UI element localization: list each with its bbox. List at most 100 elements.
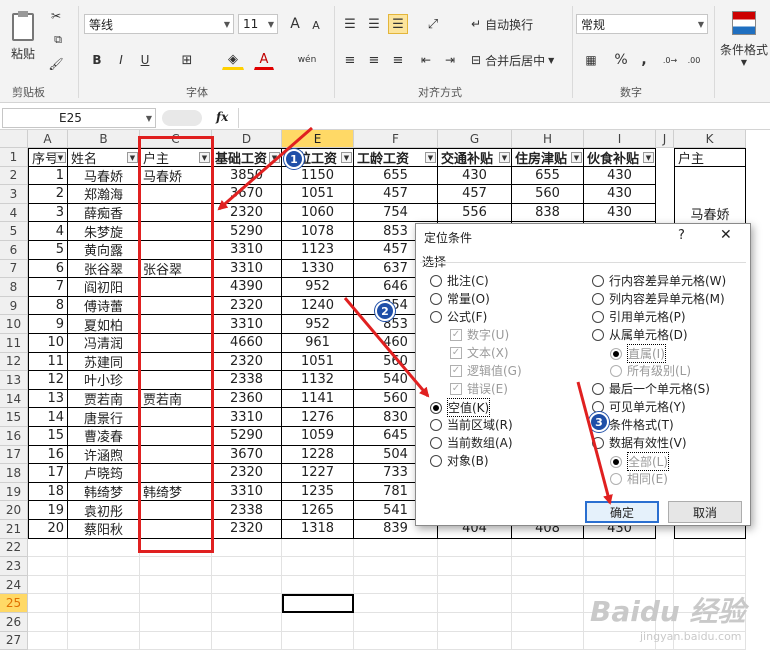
table-cell[interactable]: 4390	[212, 278, 282, 297]
table-cell[interactable]	[140, 315, 212, 334]
table-cell[interactable]: 15	[28, 427, 68, 446]
wrap-text-button[interactable]: ↵ 自动换行	[470, 14, 550, 34]
phonetic-icon[interactable]: wén	[294, 50, 320, 70]
table-cell[interactable]: 952	[282, 278, 354, 297]
table-cell[interactable]: 叶小珍	[68, 371, 140, 390]
row-header-1[interactable]: 1	[0, 148, 28, 167]
empty-cell[interactable]	[438, 538, 512, 558]
increase-decimal-icon[interactable]: .0→	[660, 50, 680, 70]
fx-icon[interactable]: fx	[216, 110, 228, 124]
empty-cell[interactable]	[512, 538, 584, 558]
currency-icon[interactable]: ▦	[578, 50, 604, 70]
table-cell[interactable]: 1132	[282, 371, 354, 390]
table-cell[interactable]: 1228	[282, 445, 354, 465]
table-cell[interactable]: 2320	[212, 352, 282, 372]
empty-cell[interactable]	[140, 613, 212, 632]
table-cell[interactable]: 韩绮梦	[68, 482, 140, 502]
table-cell[interactable]	[140, 501, 212, 520]
table-cell[interactable]	[140, 371, 212, 390]
row-header-9[interactable]: 9	[0, 296, 28, 316]
empty-cell[interactable]	[438, 631, 512, 651]
table-cell[interactable]	[140, 352, 212, 372]
table-cell[interactable]	[140, 278, 212, 297]
empty-cell[interactable]	[68, 557, 140, 576]
empty-cell[interactable]	[656, 538, 674, 558]
underline-button[interactable]: U	[136, 50, 154, 70]
empty-cell[interactable]	[140, 538, 212, 558]
table-cell[interactable]: 1060	[282, 203, 354, 223]
table-cell[interactable]: 郑瀚海	[68, 185, 140, 204]
name-box[interactable]: E25 ▼	[2, 108, 156, 128]
table-cell[interactable]: 4660	[212, 334, 282, 353]
table-cell[interactable]: 1059	[282, 427, 354, 446]
table-cell[interactable]: 655	[512, 166, 584, 186]
table-cell[interactable]: 655	[354, 166, 438, 186]
column-header-D[interactable]: D	[212, 130, 282, 148]
formula-input[interactable]	[238, 108, 768, 128]
header-cell[interactable]: 序号 ▼	[28, 148, 68, 167]
empty-cell[interactable]	[438, 594, 512, 613]
font-size-select[interactable]: 11 ▼	[238, 14, 278, 34]
orientation-icon[interactable]: ⤢	[420, 14, 446, 34]
table-cell[interactable]: 3310	[212, 241, 282, 260]
empty-cell[interactable]	[656, 557, 674, 576]
table-cell[interactable]: 张谷翠	[140, 259, 212, 279]
filter-dropdown-icon[interactable]: ▼	[199, 152, 210, 163]
table-cell[interactable]: 1265	[282, 501, 354, 520]
table-cell[interactable]	[140, 222, 212, 241]
number-format-select[interactable]: 常规 ▼	[576, 14, 708, 34]
border-icon[interactable]: ⊞	[176, 50, 198, 70]
table-cell[interactable]: 5290	[212, 222, 282, 241]
table-cell[interactable]: 2338	[212, 371, 282, 390]
empty-cell[interactable]	[68, 594, 140, 613]
row-header-14[interactable]: 14	[0, 389, 28, 409]
column-header-G[interactable]: G	[438, 130, 512, 148]
empty-cell[interactable]	[212, 557, 282, 576]
italic-button[interactable]: I	[112, 50, 130, 70]
copy-icon[interactable]: ⧉	[48, 32, 68, 48]
empty-cell[interactable]	[68, 575, 140, 595]
column-header-C[interactable]: C	[140, 130, 212, 148]
empty-cell[interactable]	[354, 594, 438, 613]
table-cell[interactable]: 457	[438, 185, 512, 204]
table-cell[interactable]: 1123	[282, 241, 354, 260]
filter-dropdown-icon[interactable]: ▼	[55, 152, 66, 163]
filter-dropdown-icon[interactable]: ▼	[499, 152, 510, 163]
table-cell[interactable]: 3850	[212, 166, 282, 186]
row-header-2[interactable]: 2	[0, 166, 28, 186]
table-cell[interactable]: 贾若南	[68, 389, 140, 409]
table-cell[interactable]: 11	[28, 352, 68, 372]
table-cell[interactable]: 3	[28, 203, 68, 223]
header-cell[interactable]: 住房津贴 ▼	[512, 148, 584, 167]
table-cell[interactable]	[140, 520, 212, 539]
table-cell[interactable]: 754	[354, 203, 438, 223]
fill-color-icon[interactable]: ◈	[222, 50, 244, 70]
k-value-cell[interactable]: 马春娇	[674, 204, 746, 223]
font-family-select[interactable]: 等线 ▼	[84, 14, 234, 34]
column-header-J[interactable]: J	[656, 130, 674, 148]
row-header-3[interactable]: 3	[0, 185, 28, 204]
empty-cell[interactable]	[674, 557, 746, 576]
table-cell[interactable]: 430	[438, 166, 512, 186]
table-cell[interactable]: 曹凌春	[68, 427, 140, 446]
table-cell[interactable]: 6	[28, 259, 68, 279]
empty-cell[interactable]	[28, 557, 68, 576]
table-cell[interactable]: 5290	[212, 427, 282, 446]
table-cell[interactable]: 430	[584, 203, 656, 223]
empty-cell[interactable]	[212, 575, 282, 595]
table-cell[interactable]	[140, 203, 212, 223]
row-header-26[interactable]: 26	[0, 613, 28, 632]
row-header-16[interactable]: 16	[0, 427, 28, 446]
row-header-5[interactable]: 5	[0, 222, 28, 241]
empty-cell[interactable]	[354, 557, 438, 576]
table-cell[interactable]: 1	[28, 166, 68, 186]
table-cell[interactable]: 4	[28, 222, 68, 241]
empty-cell[interactable]	[512, 613, 584, 632]
empty-cell[interactable]	[282, 631, 354, 651]
merge-center-button[interactable]: ⊟ 合并后居中 ▼	[470, 50, 566, 70]
header-cell[interactable]: 户主 ▼	[140, 148, 212, 167]
comma-button[interactable]: ,	[636, 50, 652, 70]
table-cell[interactable]	[140, 408, 212, 427]
row-header-23[interactable]: 23	[0, 557, 28, 576]
table-cell[interactable]: 3310	[212, 482, 282, 502]
